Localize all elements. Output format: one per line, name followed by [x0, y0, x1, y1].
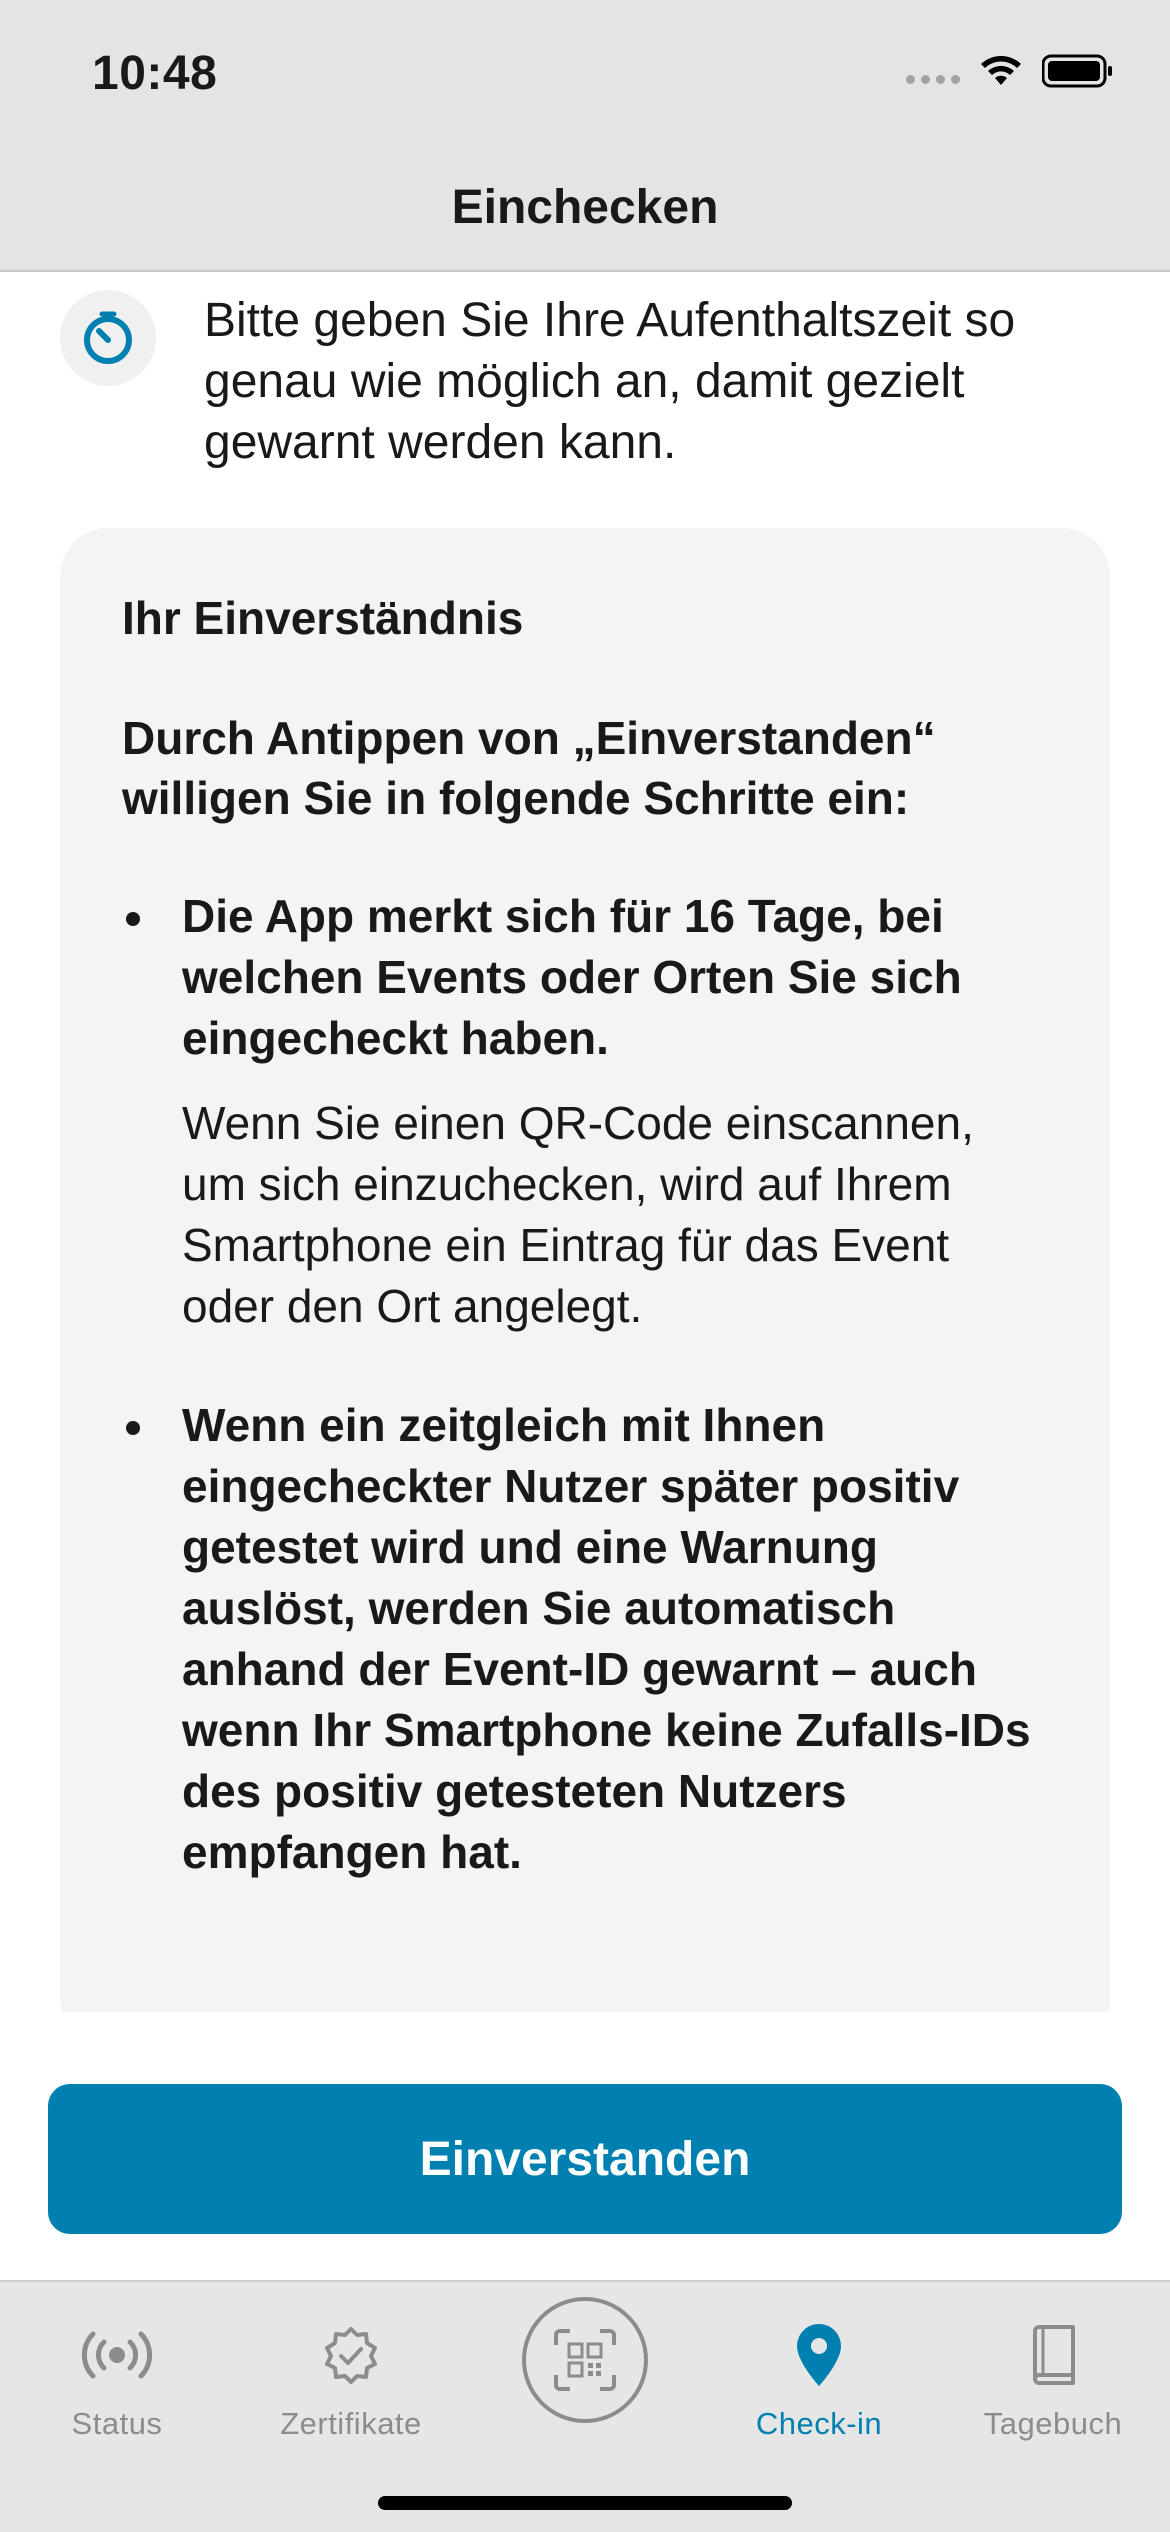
timer-badge	[60, 290, 156, 386]
consent-bullet: Wenn ein zeitgleich mit Ihnen eingecheck…	[122, 1395, 1050, 1883]
bullet-heading: Wenn ein zeitgleich mit Ihnen eingecheck…	[182, 1399, 1031, 1878]
bullet-dot	[126, 1421, 140, 1435]
battery-icon	[1042, 54, 1112, 88]
cellular-signal-icon	[906, 58, 960, 84]
tab-certificates[interactable]: Zertifikate	[234, 2310, 468, 2442]
status-icons	[906, 54, 1114, 88]
broadcast-icon	[81, 2331, 153, 2379]
agree-button[interactable]: Einverstanden	[48, 2084, 1122, 2234]
status-time: 10:48	[92, 47, 218, 100]
certificate-badge-icon	[325, 2327, 377, 2384]
consent-card: Ihr Einverständnis Durch Antippen von „E…	[60, 528, 1110, 2012]
consent-title: Ihr Einverständnis	[122, 592, 524, 644]
bullet-body: Wenn Sie einen QR-Code einscannen, um si…	[182, 1097, 974, 1332]
bullet-dot	[126, 912, 140, 926]
stay-time-text: Bitte geben Sie Ihre Aufenthaltszeit so …	[204, 294, 1016, 469]
nav-title: Einchecken	[451, 181, 719, 234]
tab-status[interactable]: Status	[0, 2310, 234, 2442]
qr-scan-button[interactable]	[522, 2297, 648, 2423]
tab-label: Zertifikate	[280, 2406, 422, 2441]
button-area: Einverstanden	[0, 2034, 1170, 2280]
tab-diary[interactable]: Tagebuch	[936, 2310, 1170, 2442]
wifi-icon	[981, 56, 1021, 85]
tab-bar: Status Zertifikate Check-in Tagebuch	[0, 2280, 1170, 2532]
tab-check-in[interactable]: Check-in	[702, 2310, 936, 2442]
location-pin-icon	[797, 2324, 841, 2386]
home-indicator	[378, 2496, 792, 2510]
tab-label: Check-in	[755, 2406, 883, 2441]
qr-scan-icon	[554, 2329, 616, 2391]
content-scroll-area[interactable]: Bitte geben Sie Ihre Aufenthaltszeit so …	[0, 272, 1170, 2012]
bullet-heading: Die App merkt sich für 16 Tage, bei welc…	[182, 890, 962, 1064]
top-bar: 10:48 Einchecken	[0, 0, 1170, 272]
consent-lead: Durch Antippen von „Einverstanden“ willi…	[122, 712, 936, 824]
tab-label: Tagebuch	[983, 2406, 1123, 2441]
consent-bullet: Die App merkt sich für 16 Tage, bei welc…	[122, 886, 1050, 1337]
tab-label: Status	[71, 2406, 163, 2441]
book-icon	[1033, 2325, 1075, 2385]
timer-icon	[84, 311, 132, 364]
